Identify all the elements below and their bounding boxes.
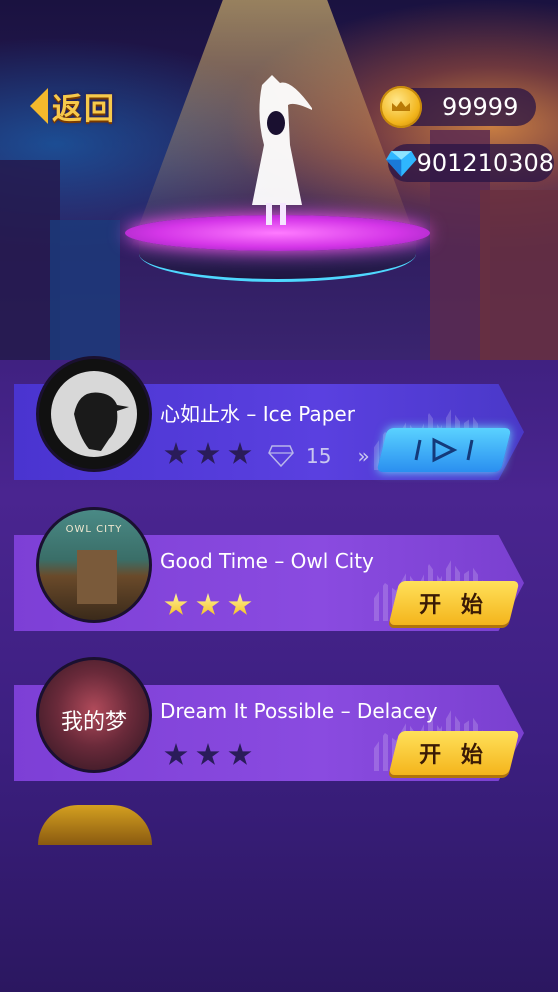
- start-label: 开 始: [419, 593, 489, 618]
- start-button[interactable]: 开 始: [388, 731, 520, 775]
- star-icon: [196, 743, 220, 765]
- star-icon: [164, 743, 188, 765]
- song-title: 心如止水 – Ice Paper: [160, 402, 355, 426]
- album-cover: OWL CITY: [36, 507, 152, 623]
- start-button[interactable]: 开 始: [388, 581, 520, 625]
- star-icon: [196, 593, 220, 615]
- star-icon: [164, 593, 188, 615]
- album-cover: 我的梦: [36, 657, 152, 773]
- album-cover: [36, 356, 152, 472]
- coin-count: 99999: [442, 93, 519, 121]
- back-chevron-icon: [30, 88, 48, 124]
- star-icon: [228, 442, 252, 464]
- diamond-icon: [386, 151, 417, 177]
- star-icon: [196, 442, 220, 464]
- building: [50, 220, 120, 360]
- song-title: Dream It Possible – Delacey: [160, 699, 438, 723]
- crow-icon: [74, 392, 129, 451]
- coin-balance: 99999: [380, 86, 536, 128]
- back-label: 返回: [52, 92, 116, 127]
- album-text: OWL CITY: [65, 524, 123, 535]
- crown-coin-icon: [380, 86, 422, 128]
- star-rating: [164, 743, 252, 767]
- building: [480, 190, 558, 360]
- unlock-cost: 15 »: [268, 444, 370, 468]
- song-card[interactable]: 心如止水 – Ice Paper 15 »: [14, 356, 524, 480]
- play-icon: [414, 437, 474, 463]
- cost-value: 15: [306, 444, 332, 468]
- double-chevron-icon: »: [357, 444, 370, 468]
- star-icon: [164, 442, 188, 464]
- character-figure: [252, 75, 312, 225]
- play-button[interactable]: [376, 428, 512, 472]
- gem-count: 901210308: [416, 149, 554, 177]
- song-card[interactable]: OWL CITY Good Time – Owl City 开 始: [14, 507, 524, 631]
- album-cover: [38, 805, 152, 845]
- star-rating: [164, 593, 252, 617]
- gem-balance: 901210308: [386, 144, 554, 182]
- back-button[interactable]: 返回: [30, 84, 140, 128]
- star-rating: [164, 442, 252, 466]
- diamond-outline-icon: [268, 445, 294, 467]
- album-text: 我的梦: [60, 710, 127, 735]
- star-icon: [228, 743, 252, 765]
- song-card[interactable]: 我的梦 Dream It Possible – Delacey 开 始: [14, 657, 524, 781]
- song-title: Good Time – Owl City: [160, 549, 374, 573]
- start-label: 开 始: [419, 743, 489, 768]
- star-icon: [228, 593, 252, 615]
